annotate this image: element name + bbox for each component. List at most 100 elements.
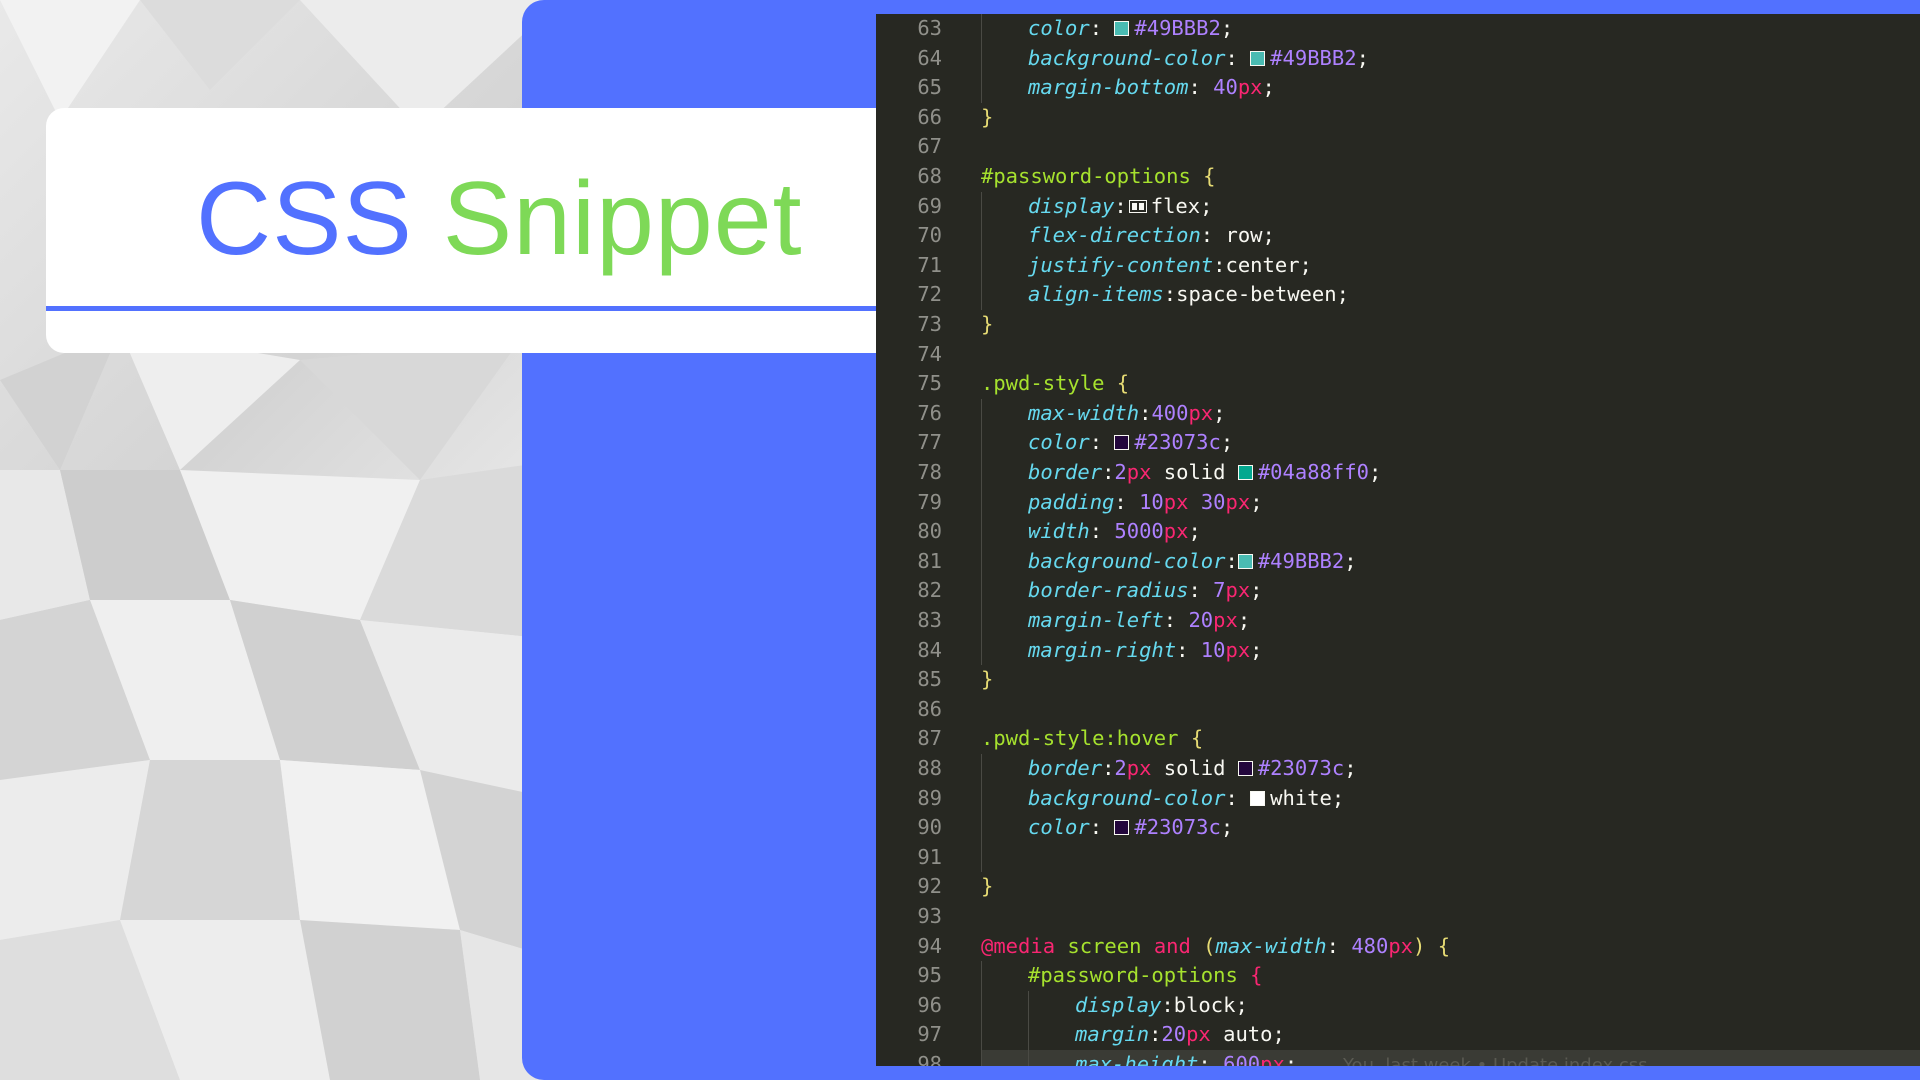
code-line[interactable]: 87 .pwd-style:hover { [876,724,1920,754]
color-swatch-icon[interactable] [1114,21,1130,36]
code-line[interactable]: 78 border:2px solid #04a88ff0; [876,458,1920,488]
code-line[interactable]: 77 color: #23073c; [876,428,1920,458]
code-line[interactable]: 86 [876,695,1920,725]
code-text: justify-content:center; [1028,251,1312,281]
code-token: ; [1237,608,1251,632]
code-line[interactable]: 70 flex-direction: row; [876,221,1920,251]
color-swatch-icon[interactable] [1237,761,1253,776]
title-underline [46,306,906,311]
color-swatch-icon[interactable] [1114,435,1130,451]
code-line[interactable]: 65 margin-bottom: 40px; [876,73,1920,103]
code-token: px [1237,75,1263,100]
code-line[interactable]: 96 display:block; [876,990,1920,1021]
code-text: margin-right: 10px; [1028,636,1263,666]
code-line[interactable]: 98 max-height: 600px; You, last week • Up… [876,1050,1920,1066]
code-text: margin-left: 20px; [1028,606,1250,636]
code-token: color [1028,815,1090,840]
line-number: 82 [917,578,942,603]
code-token: { [1116,371,1130,396]
code-text: background-color: white; [1028,784,1344,814]
code-token: .pwd-style:hover [981,726,1179,751]
color-swatch-icon[interactable] [1237,553,1253,569]
code-token: ; [1299,252,1312,277]
code-line[interactable]: 76 max-width:400px; [876,398,1920,429]
code-token: px [1186,1022,1211,1047]
code-token: border-radius [1028,578,1189,603]
code-line[interactable]: 68 #password-options { [876,162,1920,192]
code-token: : [1163,608,1189,632]
code-token: { [1250,963,1263,988]
code-token: ; [1336,282,1349,307]
code-line[interactable]: 80 width: 5000px; [876,517,1920,547]
flex-layout-icon[interactable] [1128,199,1147,213]
code-line[interactable]: 83 margin-left: 20px; [876,606,1920,636]
code-line[interactable]: 97 margin:20px auto; [876,1020,1920,1050]
code-line[interactable]: 66} [876,103,1920,133]
code-editor[interactable]: 63 color: #49BBB2; 64 background-color: #49… [876,14,1920,1066]
code-token: ; [1262,75,1275,100]
code-line[interactable]: 95 #password-options { [876,961,1920,991]
code-line[interactable]: 72 align-items:space-between; [876,280,1920,310]
code-line[interactable]: 63 color: #49BBB2; [876,14,1920,44]
code-line[interactable]: 84 margin-right: 10px; [876,635,1920,666]
code-text: } [981,872,993,902]
color-swatch-icon[interactable] [1250,790,1266,806]
code-line[interactable]: 91 [876,842,1920,873]
code-line[interactable]: 85} [876,665,1920,695]
code-text: border:2px solid #23073c; [1028,754,1357,784]
code-token: 40 [1213,75,1238,100]
code-line[interactable]: 93 [876,902,1920,932]
code-text: display: flex; [1028,192,1212,222]
line-number: 69 [917,193,942,218]
code-line[interactable]: 71 justify-content:center; [876,250,1920,281]
indent-guide [981,1050,982,1066]
indent-guide [981,428,982,458]
code-token: margin-left [1028,608,1164,632]
line-number: 88 [917,756,942,780]
code-text: color: #23073c; [1028,428,1233,458]
code-token: #49BBB2 [1134,16,1221,40]
code-line[interactable]: 73} [876,310,1920,340]
code-token: center [1225,252,1300,277]
code-line[interactable]: 88 border:2px solid #23073c; [876,754,1920,784]
code-token: background-color [1028,785,1226,810]
code-line[interactable]: 64 background-color: #49BBB2; [876,43,1920,74]
color-swatch-icon[interactable] [1237,465,1253,480]
indent-guide [981,250,982,281]
code-token: #49BBB2 [1270,45,1357,70]
indent-guide [1028,1050,1029,1066]
code-text: border-radius: 7px; [1028,576,1263,606]
code-token: px [1388,933,1414,958]
code-token: ; [1250,578,1263,603]
code-line[interactable]: 90 color: #23073c; [876,813,1920,843]
code-token: ( [1190,933,1216,958]
code-token: : [1149,1022,1162,1047]
line-number: 66 [917,104,942,129]
code-token: @media [981,933,1056,958]
line-number: 85 [917,667,942,692]
code-line[interactable]: 67 [876,132,1920,162]
code-line[interactable]: 79 padding: 10px 30px; [876,487,1920,518]
code-line[interactable]: 89 background-color: white; [876,783,1920,814]
line-number: 79 [917,489,942,514]
color-swatch-icon[interactable] [1114,820,1130,836]
code-token: 10 [1200,637,1226,662]
code-line[interactable]: 92} [876,872,1920,902]
code-line[interactable]: 82 border-radius: 7px; [876,576,1920,606]
code-line[interactable]: 69 display: flex; [876,191,1920,222]
code-token: } [981,874,994,899]
code-line[interactable]: 75 .pwd-style { [876,369,1920,399]
code-line[interactable]: 74 [876,340,1920,370]
code-token: ; [1331,785,1345,810]
code-line[interactable]: 94 @media screen and (max-width: 480px) { [876,932,1920,962]
line-number: 97 [917,1022,942,1047]
code-line[interactable]: 81 background-color: #49BBB2; [876,546,1920,577]
line-number: 96 [917,992,942,1017]
code-token: max-width [1028,400,1140,425]
code-token: color [1028,430,1090,455]
title-word-css: CSS [196,161,413,277]
code-token: border [1028,756,1103,780]
code-token: justify-content [1028,252,1214,277]
color-swatch-icon[interactable] [1250,50,1266,66]
